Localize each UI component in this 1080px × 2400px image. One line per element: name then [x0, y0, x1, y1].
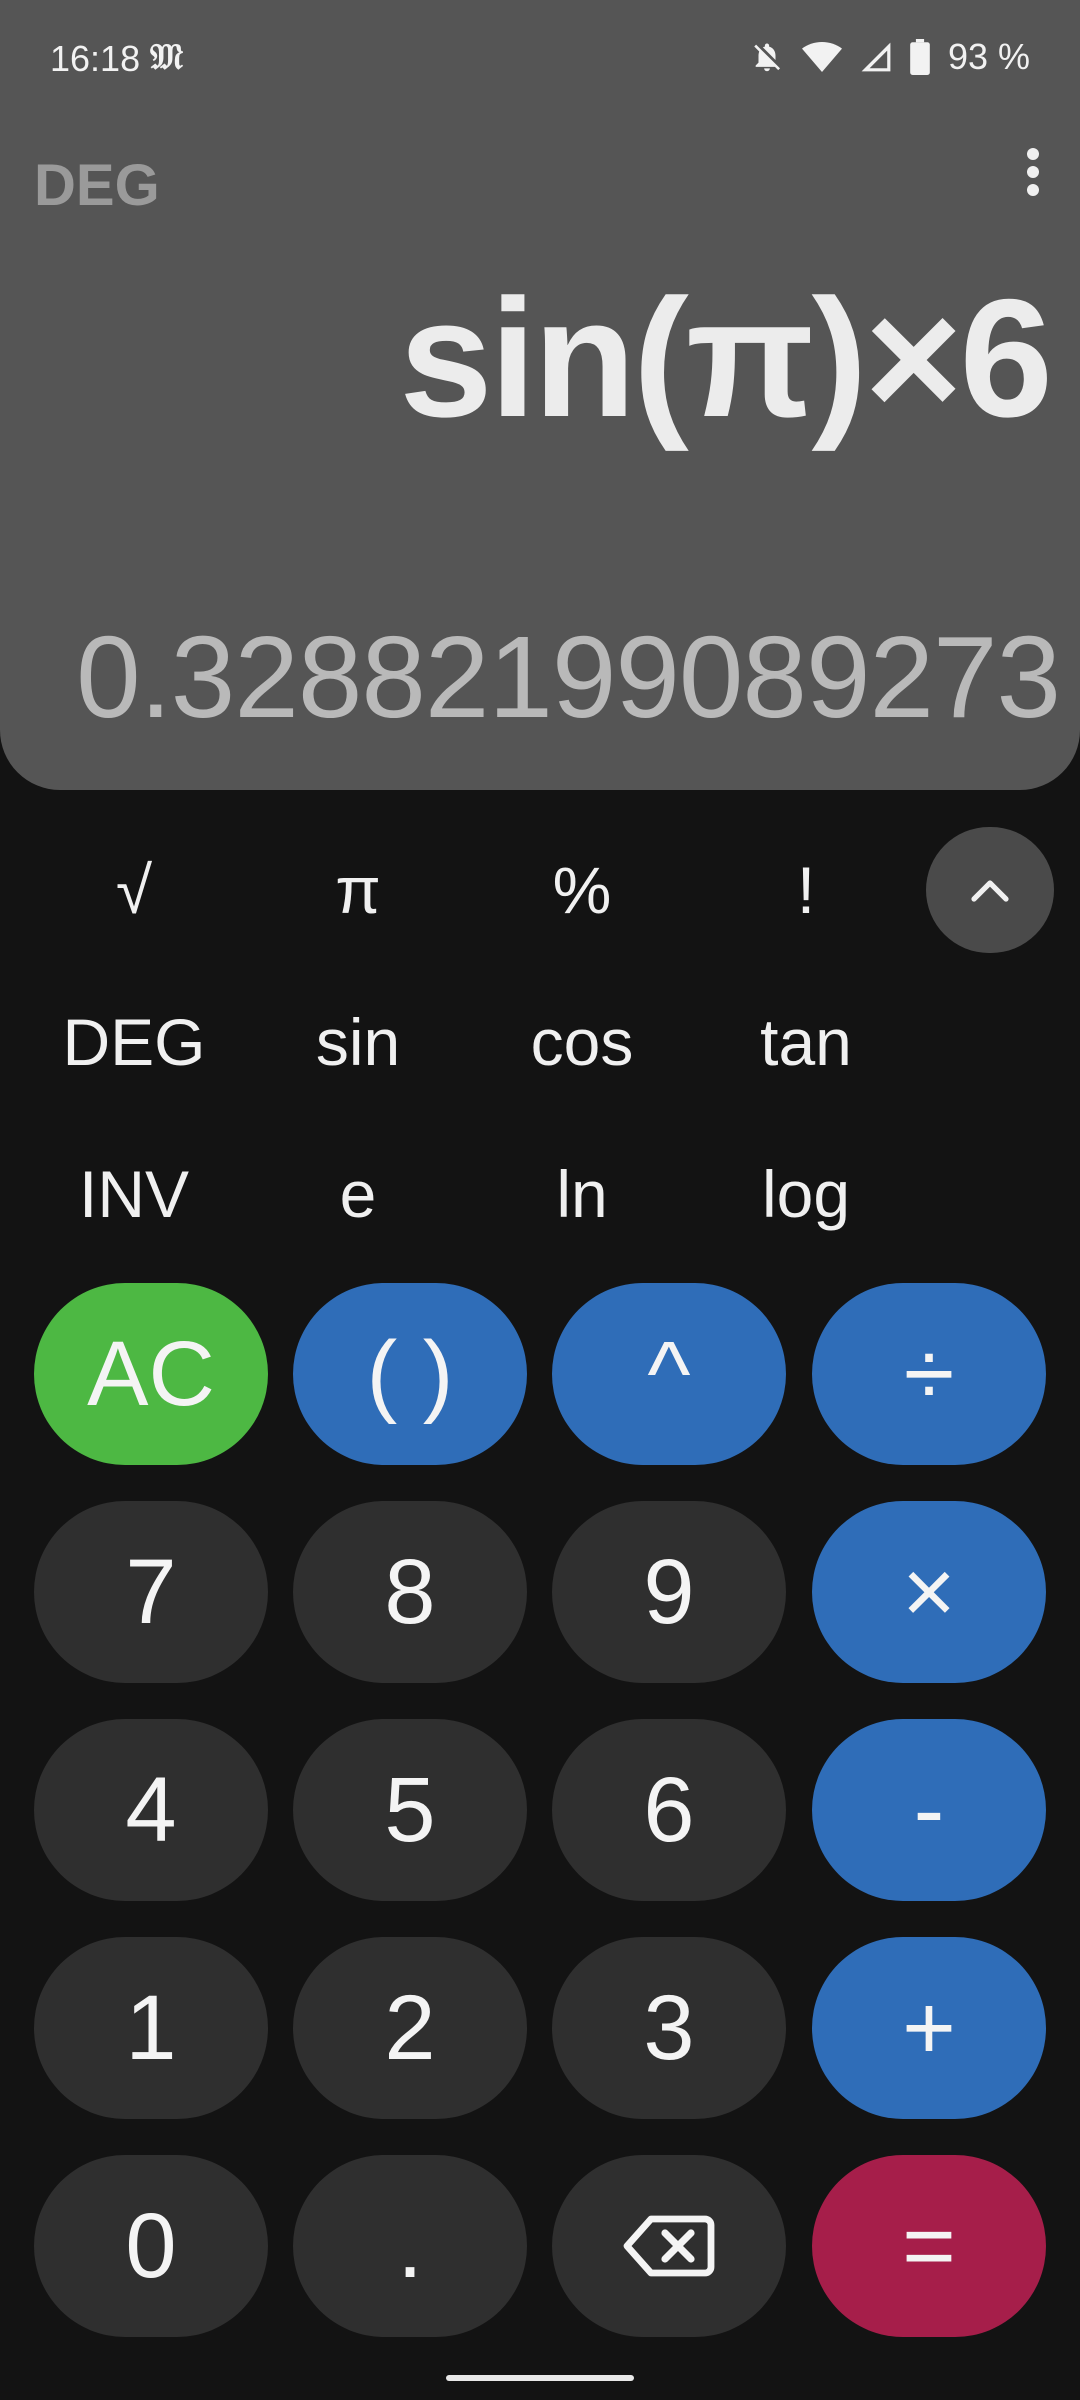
backspace-icon	[623, 2215, 715, 2277]
power-button[interactable]: ^	[552, 1283, 786, 1465]
backspace-button[interactable]	[552, 2155, 786, 2337]
inverse-button[interactable]: INV	[22, 1134, 246, 1254]
deg-rad-toggle[interactable]: DEG	[22, 982, 246, 1102]
divide-button[interactable]: ÷	[812, 1283, 1046, 1465]
status-icons: 93 %	[750, 36, 1030, 78]
digit-9-button[interactable]: 9	[552, 1501, 786, 1683]
digit-1-button[interactable]: 1	[34, 1937, 268, 2119]
cos-button[interactable]: cos	[470, 982, 694, 1102]
sin-button[interactable]: sin	[246, 982, 470, 1102]
subtract-button[interactable]: -	[812, 1719, 1046, 1901]
result-field: 0.32882199089273	[76, 612, 1061, 742]
digit-4-button[interactable]: 4	[34, 1719, 268, 1901]
cell-signal-icon	[860, 41, 892, 73]
multiply-button[interactable]: ×	[812, 1501, 1046, 1683]
euler-button[interactable]: e	[246, 1134, 470, 1254]
log-button[interactable]: log	[694, 1134, 918, 1254]
digit-7-button[interactable]: 7	[34, 1501, 268, 1683]
collapse-scientific-button[interactable]	[926, 827, 1054, 953]
status-app-badge: 𝔐	[150, 36, 184, 78]
scientific-row-3: INV e ln log	[0, 1134, 1080, 1254]
percent-button[interactable]: %	[470, 830, 694, 950]
digit-6-button[interactable]: 6	[552, 1719, 786, 1901]
wifi-icon	[801, 40, 842, 74]
ln-button[interactable]: ln	[470, 1134, 694, 1254]
equals-button[interactable]: =	[812, 2155, 1046, 2337]
tan-button[interactable]: tan	[694, 982, 918, 1102]
gesture-nav-handle[interactable]	[446, 2375, 634, 2381]
expression-field[interactable]: sin(π)×6	[399, 262, 1053, 455]
calculator-display: 16:18 𝔐 93 % DEG sin(π)×6 0.328821990892…	[0, 0, 1080, 790]
battery-percent: 93 %	[947, 36, 1030, 77]
bell-off-icon	[750, 39, 784, 75]
status-time: 16:18	[50, 38, 141, 79]
chevron-up-icon	[971, 880, 1009, 902]
scientific-row-1: √ π % !	[0, 830, 1080, 950]
sqrt-button[interactable]: √	[22, 830, 246, 950]
digit-5-button[interactable]: 5	[293, 1719, 527, 1901]
angle-mode-indicator: DEG	[34, 153, 160, 218]
factorial-button[interactable]: !	[694, 830, 918, 950]
decimal-button[interactable]: .	[293, 2155, 527, 2337]
digit-2-button[interactable]: 2	[293, 1937, 527, 2119]
digit-0-button[interactable]: 0	[34, 2155, 268, 2337]
parentheses-button[interactable]: ( )	[293, 1283, 527, 1465]
all-clear-button[interactable]: AC	[34, 1283, 268, 1465]
scientific-row-2: DEG sin cos tan	[0, 982, 1080, 1102]
pi-button[interactable]: π	[246, 830, 470, 950]
digit-3-button[interactable]: 3	[552, 1937, 786, 2119]
digit-8-button[interactable]: 8	[293, 1501, 527, 1683]
battery-icon	[910, 39, 930, 75]
more-options-icon[interactable]	[1012, 140, 1054, 204]
add-button[interactable]: +	[812, 1937, 1046, 2119]
